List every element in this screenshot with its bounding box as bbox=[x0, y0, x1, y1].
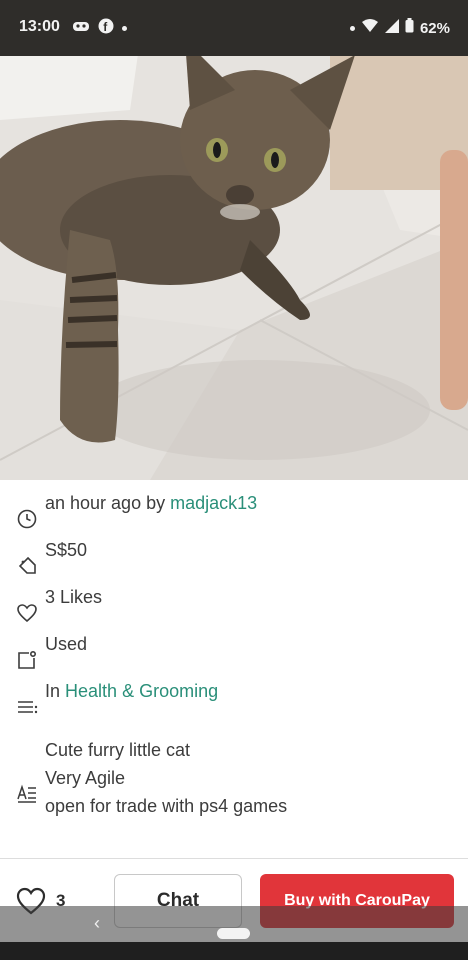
description: Cute furry little cat Very Agile open fo… bbox=[45, 736, 287, 820]
category-prefix: In bbox=[45, 680, 61, 701]
listing-photo[interactable] bbox=[0, 0, 468, 480]
status-time: 13:00 bbox=[19, 18, 60, 35]
facebook-icon: f bbox=[98, 18, 114, 39]
home-pill-handle[interactable] bbox=[217, 928, 250, 939]
system-navigation-bar: ‹ bbox=[0, 906, 468, 942]
category-text: In Health & Grooming bbox=[45, 681, 218, 702]
description-line: open for trade with ps4 games bbox=[45, 796, 288, 816]
battery-percentage: 62% bbox=[419, 19, 450, 37]
clock-icon bbox=[17, 509, 37, 529]
posted-text: an hour ago by madjack13 bbox=[45, 493, 257, 514]
heart-icon bbox=[17, 604, 37, 623]
signal-icon bbox=[384, 18, 399, 38]
category-link[interactable]: Health & Grooming bbox=[65, 681, 218, 701]
game-controller-icon bbox=[72, 19, 90, 38]
notification-dot-icon bbox=[349, 25, 355, 31]
description-line: Cute furry little cat bbox=[45, 740, 191, 760]
condition-icon bbox=[18, 650, 37, 669]
status-bar: 13:00 f 62% bbox=[0, 0, 468, 56]
description-icon bbox=[17, 784, 36, 803]
battery-icon bbox=[405, 18, 414, 38]
bottom-strip bbox=[0, 942, 468, 960]
notification-dot-icon bbox=[122, 26, 127, 31]
likes-link[interactable]: 3 Likes bbox=[45, 587, 102, 608]
seller-link[interactable]: madjack13 bbox=[170, 493, 257, 513]
list-icon bbox=[18, 701, 38, 714]
description-line: Very Agile bbox=[45, 768, 126, 788]
price-tag-icon bbox=[18, 556, 36, 574]
condition-text: Used bbox=[45, 633, 88, 654]
back-chevron-icon[interactable]: ‹ bbox=[94, 913, 100, 934]
wifi-icon bbox=[361, 18, 379, 38]
posted-time: an hour ago by bbox=[45, 492, 166, 513]
price-text: S$50 bbox=[45, 539, 88, 560]
